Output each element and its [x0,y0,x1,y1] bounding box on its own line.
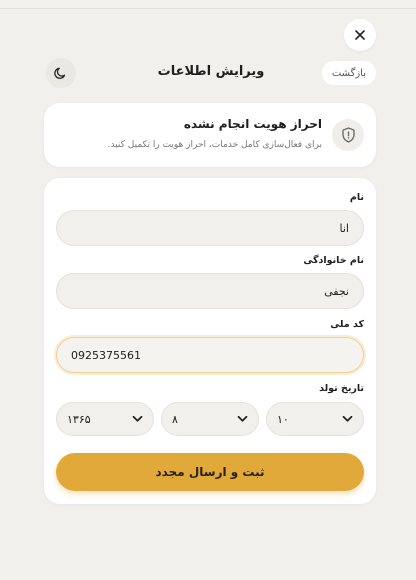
close-icon [355,30,365,40]
back-button[interactable]: بازگشت [321,61,376,85]
first-name-input[interactable]: انا [56,210,364,246]
verification-status-card: احراز هویت انجام نشده برای فعال‌سازی کام… [44,103,376,167]
status-title: احراز هویت انجام نشده [183,117,322,131]
birth-year-select[interactable]: ۱۳۶۵ [56,402,154,436]
birth-day-value: ۱۰ [277,412,289,426]
first-name-label: نام [349,192,364,203]
shield-badge [332,119,364,151]
birth-year-value: ۱۳۶۵ [67,412,91,426]
birth-day-select[interactable]: ۱۰ [266,402,364,436]
chevron-down-icon [237,415,248,422]
birth-date-label: تاریخ تولد [319,383,364,394]
edit-info-form: نام انا نام خانوادگی نجفی کد ملی 0925375… [44,178,376,504]
chevron-down-icon [132,415,143,422]
top-divider [0,8,416,9]
national-code-input[interactable]: 0925375561 [56,337,364,373]
birth-month-value: ۸ [172,412,178,426]
page-header: ویرایش اطلاعات بازگشت [46,58,376,88]
status-subtitle: برای فعال‌سازی کامل خدمات، احراز هویت را… [107,140,322,150]
submit-button[interactable]: ثبت و ارسال مجدد [56,453,364,491]
last-name-input[interactable]: نجفی [56,273,364,309]
national-code-label: کد ملی [330,319,364,330]
close-button[interactable] [344,19,376,51]
birth-month-select[interactable]: ۸ [161,402,259,436]
shield-icon [341,127,355,143]
last-name-label: نام خانوادگی [303,255,364,266]
chevron-down-icon [342,415,353,422]
